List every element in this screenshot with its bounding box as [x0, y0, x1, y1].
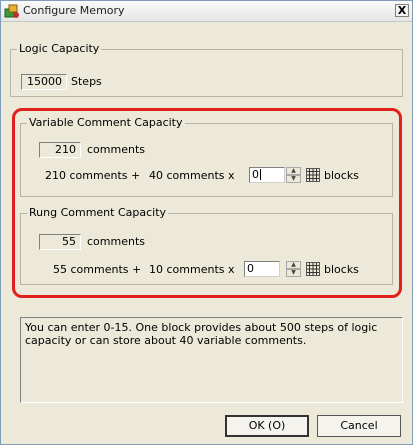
- configure-memory-app-icon: [4, 4, 19, 18]
- close-button[interactable]: X: [395, 4, 409, 17]
- configure-memory-dialog: Configure Memory X Logic Capacity 15000 …: [0, 0, 413, 445]
- ok-button[interactable]: OK (O): [225, 415, 309, 437]
- logic-capacity-group: Logic Capacity: [10, 42, 403, 97]
- logic-capacity-title: Logic Capacity: [17, 42, 102, 56]
- logic-capacity-value: 15000: [21, 74, 67, 90]
- cancel-button[interactable]: Cancel: [317, 415, 401, 437]
- title-bar: Configure Memory X: [1, 1, 412, 22]
- window-title: Configure Memory: [23, 4, 125, 17]
- logic-capacity-unit: Steps: [71, 75, 102, 88]
- highlight-outline: [12, 108, 402, 298]
- info-text-box: You can enter 0-15. One block provides a…: [20, 317, 403, 403]
